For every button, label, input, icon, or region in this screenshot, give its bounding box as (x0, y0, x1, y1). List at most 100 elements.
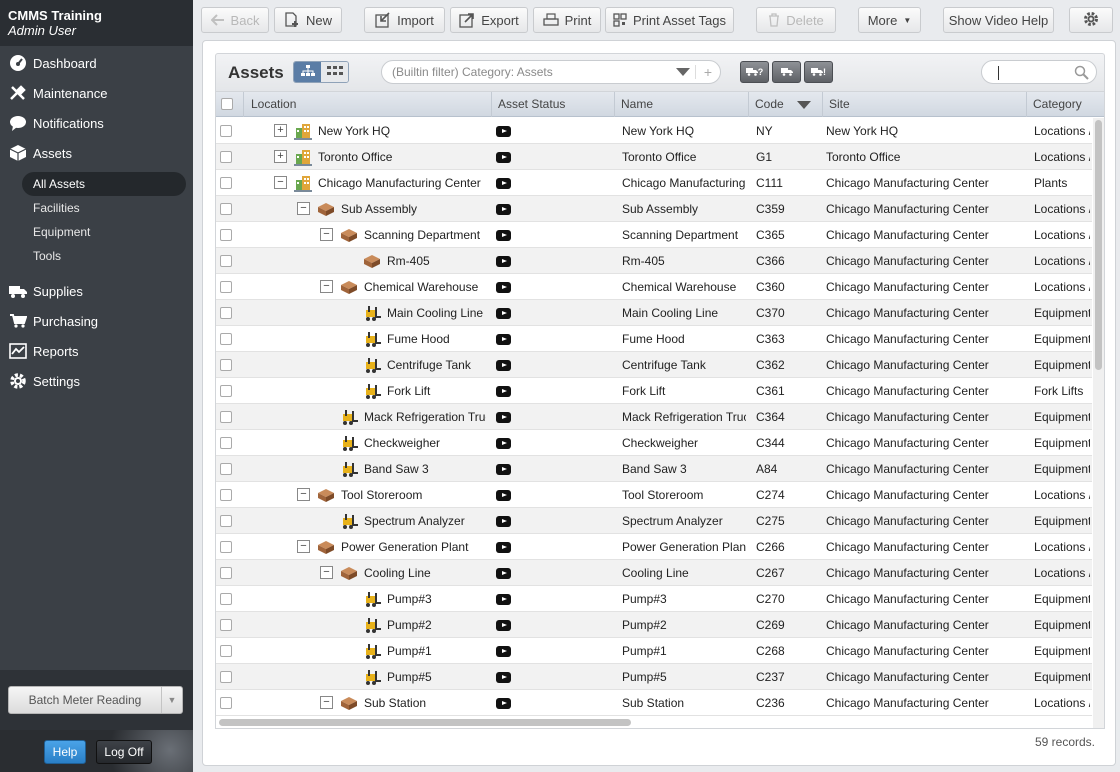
location-cell[interactable]: Centrifuge Tank (387, 352, 486, 378)
horizontal-scrollbar[interactable] (217, 717, 1103, 727)
export-button[interactable]: Export (450, 7, 528, 33)
location-cell[interactable]: Sub Station (364, 690, 486, 716)
table-row[interactable]: Checkweigher Checkweigher C344 Chicago Manu… (216, 430, 1092, 456)
location-cell[interactable]: Pump#2 (387, 612, 486, 638)
print-asset-tags-button[interactable]: Print Asset Tags (605, 7, 734, 33)
row-checkbox[interactable] (220, 333, 232, 345)
video-status-icon[interactable] (496, 542, 511, 553)
row-checkbox[interactable] (220, 671, 232, 683)
more-button[interactable]: More ▼ (858, 7, 921, 33)
location-cell[interactable]: Spectrum Analyzer (364, 508, 486, 534)
truck-button[interactable] (772, 61, 801, 83)
location-cell[interactable]: Pump#5 (387, 664, 486, 690)
row-checkbox[interactable] (220, 437, 232, 449)
chevron-down-icon[interactable]: ▼ (162, 695, 182, 705)
row-checkbox[interactable] (220, 489, 232, 501)
table-row[interactable]: − Sub Assembly Sub Assembly C359 Chicago Man… (216, 196, 1092, 222)
settings-gear-button[interactable] (1069, 7, 1113, 33)
subnav-all-assets[interactable]: All Assets (22, 172, 186, 196)
video-status-icon[interactable] (496, 152, 511, 163)
table-row[interactable]: + Toronto Office Toronto Office G1 Toronto O… (216, 144, 1092, 170)
add-filter-icon[interactable]: + (704, 61, 712, 83)
nav-maintenance[interactable]: Maintenance (0, 78, 193, 108)
table-row[interactable]: − Tool Storeroom Tool Storeroom C274 Chicago… (216, 482, 1092, 508)
table-row[interactable]: Spectrum Analyzer Spectrum Analyzer C275 Ch… (216, 508, 1092, 534)
row-checkbox[interactable] (220, 541, 232, 553)
vertical-scrollbar[interactable] (1093, 118, 1104, 728)
horizontal-scroll-thumb[interactable] (219, 719, 631, 726)
table-row[interactable]: Pump#1 Pump#1 C268 Chicago Manufacturing Ce… (216, 638, 1092, 664)
table-row[interactable]: + New York HQ New York HQ NY New York HQ Loca… (216, 118, 1092, 144)
collapse-icon[interactable]: − (320, 228, 333, 241)
location-cell[interactable]: Sub Assembly (341, 196, 486, 222)
subnav-tools[interactable]: Tools (0, 244, 193, 268)
back-button[interactable]: Back (201, 7, 269, 33)
video-status-icon[interactable] (496, 256, 511, 267)
collapse-icon[interactable]: − (297, 488, 310, 501)
table-row[interactable]: Pump#5 Pump#5 C237 Chicago Manufacturing Ce… (216, 664, 1092, 690)
nav-settings[interactable]: Settings (0, 366, 193, 396)
video-status-icon[interactable] (496, 620, 511, 631)
location-cell[interactable]: Tool Storeroom (341, 482, 486, 508)
nav-dashboard[interactable]: Dashboard (0, 48, 193, 78)
location-cell[interactable]: Band Saw 3 (364, 456, 486, 482)
row-checkbox[interactable] (220, 177, 232, 189)
video-status-icon[interactable] (496, 126, 511, 137)
table-row[interactable]: Band Saw 3 Band Saw 3 A84 Chicago Manufactu… (216, 456, 1092, 482)
collapse-icon[interactable]: − (320, 696, 333, 709)
table-row[interactable]: Pump#2 Pump#2 C269 Chicago Manufacturing Ce… (216, 612, 1092, 638)
import-button[interactable]: Import (364, 7, 445, 33)
new-button[interactable]: New (274, 7, 342, 33)
location-cell[interactable]: Toronto Office (318, 144, 486, 170)
row-checkbox[interactable] (220, 593, 232, 605)
video-status-icon[interactable] (496, 412, 511, 423)
location-cell[interactable]: Pump#3 (387, 586, 486, 612)
nav-reports[interactable]: Reports (0, 336, 193, 366)
search-icon[interactable] (1074, 65, 1089, 83)
video-status-icon[interactable] (496, 334, 511, 345)
row-checkbox[interactable] (220, 307, 232, 319)
location-cell[interactable]: Main Cooling Line (387, 300, 486, 326)
subnav-facilities[interactable]: Facilities (0, 196, 193, 220)
location-cell[interactable]: Checkweigher (364, 430, 486, 456)
location-cell[interactable]: Chicago Manufacturing Center (318, 170, 486, 196)
location-cell[interactable]: Fork Lift (387, 378, 486, 404)
table-row[interactable]: − Chicago Manufacturing Center Chicago Man… (216, 170, 1092, 196)
video-status-icon[interactable] (496, 230, 511, 241)
video-status-icon[interactable] (496, 516, 511, 527)
col-site[interactable]: Site (823, 92, 1027, 117)
truck-alert-button[interactable]: ! (804, 61, 833, 83)
expand-icon[interactable]: + (274, 124, 287, 137)
table-row[interactable]: Main Cooling Line Main Cooling Line C370 Ch… (216, 300, 1092, 326)
location-cell[interactable]: New York HQ (318, 118, 486, 144)
row-checkbox[interactable] (220, 203, 232, 215)
location-cell[interactable]: Chemical Warehouse (364, 274, 486, 300)
truck-question-button[interactable]: ? (740, 61, 769, 83)
video-status-icon[interactable] (496, 438, 511, 449)
row-checkbox[interactable] (220, 463, 232, 475)
video-status-icon[interactable] (496, 568, 511, 579)
video-status-icon[interactable] (496, 308, 511, 319)
video-status-icon[interactable] (496, 490, 511, 501)
print-button[interactable]: Print (533, 7, 601, 33)
collapse-icon[interactable]: − (320, 280, 333, 293)
nav-supplies[interactable]: Supplies (0, 276, 193, 306)
nav-purchasing[interactable]: Purchasing (0, 306, 193, 336)
batch-meter-reading-button[interactable]: Batch Meter Reading ▼ (8, 686, 183, 714)
video-status-icon[interactable] (496, 594, 511, 605)
help-button[interactable]: Help (44, 740, 86, 764)
row-checkbox[interactable] (220, 229, 232, 241)
col-code[interactable]: Code (749, 92, 823, 117)
video-status-icon[interactable] (496, 698, 511, 709)
col-location[interactable]: Location (244, 92, 492, 117)
grid-view-button[interactable] (321, 62, 348, 82)
location-cell[interactable]: Mack Refrigeration Truck (364, 404, 486, 430)
row-checkbox[interactable] (220, 619, 232, 631)
location-cell[interactable]: Scanning Department (364, 222, 486, 248)
table-row[interactable]: Pump#3 Pump#3 C270 Chicago Manufacturing Ce… (216, 586, 1092, 612)
location-cell[interactable]: Power Generation Plant (341, 534, 486, 560)
table-row[interactable]: − Cooling Line Cooling Line C267 Chicago Man… (216, 560, 1092, 586)
collapse-icon[interactable]: − (320, 566, 333, 579)
video-status-icon[interactable] (496, 282, 511, 293)
expand-icon[interactable]: + (274, 150, 287, 163)
